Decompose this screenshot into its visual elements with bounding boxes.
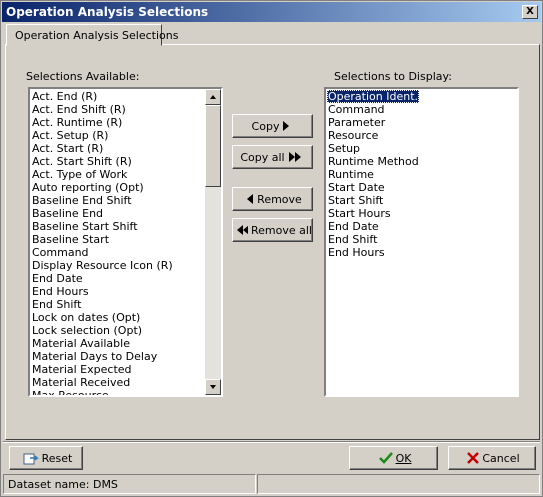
ok-button[interactable]: OK bbox=[349, 446, 438, 470]
display-listbox[interactable]: Operation Ident. Command Parameter Resource… bbox=[324, 87, 519, 397]
list-item[interactable]: End Shift bbox=[327, 233, 419, 246]
list-item[interactable]: Display Resource Icon (R) bbox=[31, 259, 173, 272]
tab-label: Operation Analysis Selections bbox=[15, 29, 179, 42]
available-listbox[interactable]: Act. End (R) Act. End Shift (R) Act. Runti… bbox=[28, 87, 223, 397]
list-item[interactable]: Act. Start Shift (R) bbox=[31, 155, 173, 168]
list-item[interactable]: Material Days to Delay bbox=[31, 350, 173, 363]
list-item[interactable]: Start Hours bbox=[327, 207, 419, 220]
list-item[interactable]: Act. Runtime (R) bbox=[31, 116, 173, 129]
reset-label: Reset bbox=[41, 451, 73, 465]
copy-button[interactable]: Copy bbox=[232, 114, 313, 138]
list-item[interactable]: Operation Ident. bbox=[327, 90, 419, 103]
list-item[interactable]: Runtime bbox=[327, 168, 419, 181]
scroll-up-button[interactable] bbox=[205, 89, 221, 105]
list-item[interactable]: Command bbox=[327, 103, 419, 116]
list-item[interactable]: Material Available bbox=[31, 337, 173, 350]
list-item[interactable]: End Date bbox=[31, 272, 173, 285]
copy-all-button[interactable]: Copy all bbox=[232, 145, 313, 169]
remove-arrow-icon bbox=[247, 194, 254, 204]
reset-icon bbox=[23, 453, 39, 465]
close-button[interactable]: X bbox=[522, 5, 538, 19]
list-item[interactable]: Act. End Shift (R) bbox=[31, 103, 173, 116]
list-item[interactable]: End Shift bbox=[31, 298, 173, 311]
copy-arrow-icon bbox=[283, 121, 290, 131]
copy-label: Copy bbox=[251, 119, 280, 133]
cancel-label: Cancel bbox=[482, 451, 520, 465]
list-item[interactable]: Baseline Start Shift bbox=[31, 220, 173, 233]
window-title: Operation Analysis Selections bbox=[6, 5, 209, 19]
copy-all-label: Copy all bbox=[240, 150, 285, 164]
list-item[interactable]: Act. Setup (R) bbox=[31, 129, 173, 142]
list-item[interactable]: Baseline Start bbox=[31, 233, 173, 246]
ok-label: OK bbox=[395, 451, 412, 465]
close-icon: X bbox=[526, 6, 534, 17]
list-item[interactable]: Baseline End Shift bbox=[31, 194, 173, 207]
list-item[interactable]: Max Resource bbox=[31, 389, 173, 395]
list-item[interactable]: Setup bbox=[327, 142, 419, 155]
status-secondary bbox=[257, 474, 540, 494]
list-item[interactable]: Baseline End bbox=[31, 207, 173, 220]
cancel-x-icon bbox=[467, 452, 480, 464]
list-item[interactable]: Parameter bbox=[327, 116, 419, 129]
list-item[interactable]: Command bbox=[31, 246, 173, 259]
available-label: Selections Available: bbox=[26, 70, 140, 83]
list-item[interactable]: Act. Start (R) bbox=[31, 142, 173, 155]
list-item[interactable]: Material Received bbox=[31, 376, 173, 389]
list-item[interactable]: End Hours bbox=[31, 285, 173, 298]
remove-all-button[interactable]: Remove all bbox=[232, 218, 313, 242]
list-item[interactable]: Auto reporting (Opt) bbox=[31, 181, 173, 194]
display-label: Selections to Display: bbox=[334, 70, 452, 83]
separator bbox=[3, 441, 540, 443]
list-item[interactable]: Resource bbox=[327, 129, 419, 142]
reset-button[interactable]: Reset bbox=[9, 446, 83, 470]
scroll-down-button[interactable] bbox=[205, 379, 221, 395]
list-item[interactable]: Start Shift bbox=[327, 194, 419, 207]
list-item[interactable]: Material Expected bbox=[31, 363, 173, 376]
tab-panel: Selections Available: Selections to Disp… bbox=[5, 44, 540, 440]
display-list: Operation Ident. Command Parameter Resource… bbox=[327, 90, 419, 259]
tab-strip: Operation Analysis Selections bbox=[3, 23, 540, 46]
available-list: Act. End (R) Act. End Shift (R) Act. Runti… bbox=[31, 90, 173, 395]
remove-all-label: Remove all bbox=[251, 223, 312, 237]
status-dataset: Dataset name: DMS bbox=[3, 474, 256, 494]
list-item[interactable]: Act. Type of Work bbox=[31, 168, 173, 181]
remove-label: Remove bbox=[257, 192, 302, 206]
dialog-window: Operation Analysis Selections X Operatio… bbox=[0, 0, 543, 497]
remove-button[interactable]: Remove bbox=[232, 187, 313, 211]
list-item[interactable]: End Hours bbox=[327, 246, 419, 259]
scroll-up-icon bbox=[210, 95, 216, 99]
tab-operation-analysis-selections[interactable]: Operation Analysis Selections bbox=[6, 24, 178, 46]
scroll-thumb[interactable] bbox=[205, 105, 221, 187]
ok-check-icon bbox=[378, 452, 393, 464]
cancel-button[interactable]: Cancel bbox=[448, 446, 536, 470]
list-item[interactable]: Act. End (R) bbox=[31, 90, 173, 103]
copy-all-arrow-icon bbox=[288, 152, 301, 162]
scroll-down-icon bbox=[210, 385, 216, 389]
list-item[interactable]: Start Date bbox=[327, 181, 419, 194]
list-item[interactable]: End Date bbox=[327, 220, 419, 233]
remove-all-arrow-icon bbox=[237, 225, 248, 235]
list-item[interactable]: Lock selection (Opt) bbox=[31, 324, 173, 337]
list-item[interactable]: Runtime Method bbox=[327, 155, 419, 168]
title-bar[interactable]: Operation Analysis Selections X bbox=[2, 2, 541, 22]
available-scrollbar[interactable] bbox=[205, 89, 221, 395]
status-bar: Dataset name: DMS bbox=[3, 474, 540, 494]
status-dataset-text: Dataset name: DMS bbox=[8, 478, 118, 491]
list-item[interactable]: Lock on dates (Opt) bbox=[31, 311, 173, 324]
